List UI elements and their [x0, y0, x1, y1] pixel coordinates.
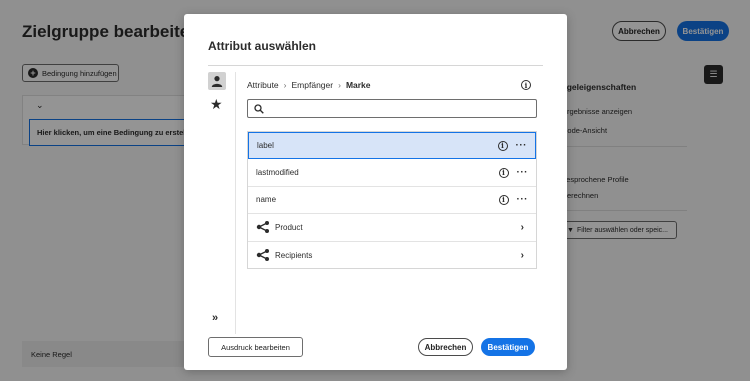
- chevron-right-icon[interactable]: ›: [521, 250, 524, 261]
- divider: [208, 65, 543, 66]
- list-item[interactable]: Recipients ›: [248, 242, 536, 269]
- breadcrumb-current: Marke: [345, 80, 371, 90]
- item-label: Recipients: [275, 250, 313, 260]
- chevron-right-icon[interactable]: ›: [521, 222, 524, 233]
- breadcrumb-separator: ›: [283, 80, 287, 90]
- dialog-title: Attribut auswählen: [208, 39, 317, 53]
- item-label: lastmodified: [256, 168, 299, 178]
- list-item[interactable]: lastmodified i ···: [248, 159, 536, 187]
- breadcrumb: Attribute › Empfänger › Marke: [247, 80, 371, 90]
- info-icon[interactable]: i: [497, 140, 508, 151]
- breadcrumb-separator: ›: [338, 80, 341, 90]
- dialog-cancel-button[interactable]: Abbrechen: [418, 338, 473, 356]
- breadcrumb-item[interactable]: Attribute: [247, 80, 279, 90]
- info-icon[interactable]: i: [498, 194, 509, 205]
- expand-icon[interactable]: »: [212, 312, 218, 324]
- list-item[interactable]: name i ···: [248, 187, 536, 215]
- person-icon[interactable]: [208, 72, 226, 90]
- info-icon[interactable]: i: [498, 167, 509, 178]
- attribute-list: label i ··· lastmodified i ··· name i ··…: [247, 131, 537, 269]
- search-input[interactable]: [269, 104, 536, 113]
- more-icon[interactable]: ···: [517, 194, 529, 205]
- info-icon[interactable]: i: [521, 80, 531, 90]
- item-label: label: [257, 141, 274, 151]
- side-rail: ★ »: [208, 72, 236, 334]
- select-attribute-dialog: Attribut auswählen ★ » Attribute › Empfä…: [184, 14, 567, 370]
- search-field[interactable]: [247, 99, 537, 118]
- star-icon[interactable]: ★: [210, 96, 223, 113]
- search-icon: [254, 103, 264, 114]
- list-item[interactable]: Product ›: [248, 214, 536, 242]
- link-icon: [256, 249, 269, 262]
- item-label: name: [256, 195, 277, 205]
- item-label: Product: [275, 222, 303, 232]
- breadcrumb-item[interactable]: Empfänger: [292, 80, 334, 90]
- edit-expression-button[interactable]: Ausdruck bearbeiten: [208, 337, 303, 357]
- dialog-confirm-button[interactable]: Bestätigen: [481, 338, 535, 356]
- more-icon[interactable]: ···: [516, 140, 528, 151]
- more-icon[interactable]: ···: [517, 167, 529, 178]
- link-icon: [256, 221, 269, 234]
- list-item[interactable]: label i ···: [248, 132, 536, 160]
